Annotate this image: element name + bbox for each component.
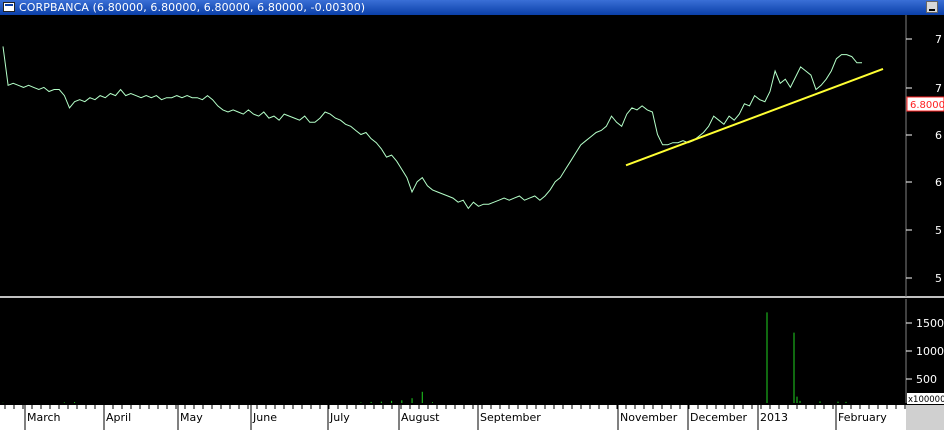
- month-label: September: [480, 411, 541, 424]
- volume-tick-label: 1500: [916, 317, 944, 330]
- window-title: CORPBANCA (6.80000, 6.80000, 6.80000, 6.…: [19, 1, 366, 14]
- month-label: July: [329, 411, 350, 424]
- month-label: November: [620, 411, 678, 424]
- minimize-icon[interactable]: [926, 1, 938, 13]
- month-label: June: [252, 411, 277, 424]
- month-label: February: [838, 411, 887, 424]
- window-system-icon[interactable]: [3, 2, 15, 12]
- month-label: December: [690, 411, 748, 424]
- time-axis-corner: [906, 405, 944, 430]
- window-title-bar[interactable]: CORPBANCA (6.80000, 6.80000, 6.80000, 6.…: [0, 0, 944, 15]
- price-tick-label: 6: [935, 129, 942, 142]
- volume-tick-label: 1000: [916, 345, 944, 358]
- last-price-label: 6.8000: [910, 100, 944, 111]
- price-tick-label: 7: [935, 33, 942, 46]
- price-tick-label: 5: [935, 224, 942, 237]
- price-tick-label: 6: [935, 176, 942, 189]
- price-tick-label: 7: [935, 82, 942, 95]
- volume-unit-label: x100000: [908, 395, 944, 405]
- price-tick-label: 5: [935, 272, 942, 285]
- month-label: May: [180, 411, 203, 424]
- month-label: March: [27, 411, 61, 424]
- month-label: April: [106, 411, 131, 424]
- month-label: 2013: [760, 411, 788, 424]
- month-label: August: [401, 411, 440, 424]
- volume-tick-label: 500: [916, 373, 937, 386]
- stock-chart[interactable]: 7 7 6 6 5 5 6.8000 1500 1000 500 x100000 March A…: [0, 15, 944, 430]
- chart-background: [0, 15, 944, 430]
